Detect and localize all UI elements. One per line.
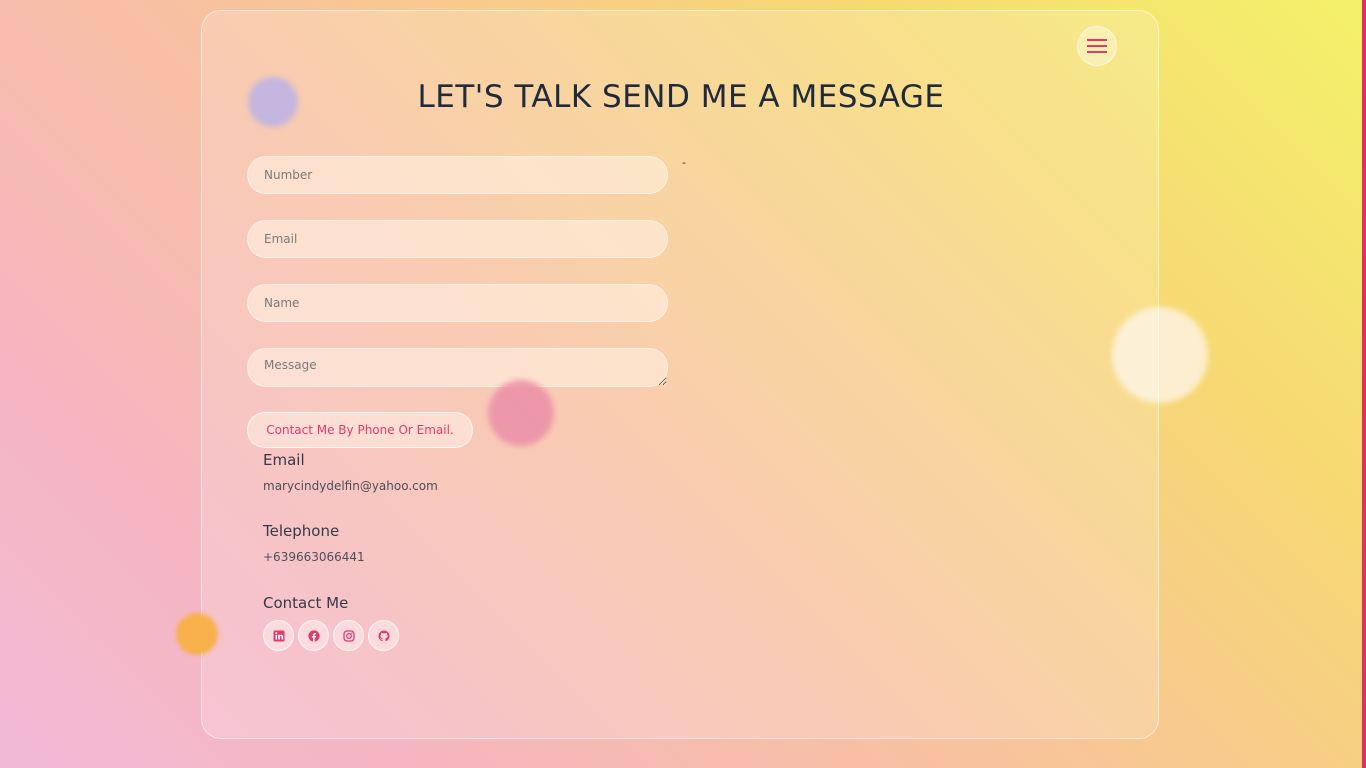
github-link[interactable] <box>368 620 399 651</box>
social-links <box>263 620 399 651</box>
instagram-icon <box>342 629 355 642</box>
right-edge-bar <box>1362 0 1366 768</box>
page-title: LET'S TALK SEND ME A MESSAGE <box>417 79 945 115</box>
telephone-heading: Telephone <box>263 522 340 540</box>
linkedin-icon <box>273 630 284 641</box>
email-input[interactable] <box>247 220 668 258</box>
contact-submit-button[interactable]: Contact Me By Phone Or Email. <box>247 412 473 448</box>
contact-me-heading: Contact Me <box>263 594 349 612</box>
facebook-icon <box>307 629 320 642</box>
contact-card: LET'S TALK SEND ME A MESSAGE - Contact M… <box>201 10 1159 739</box>
decorative-orange-circle <box>176 613 218 655</box>
menu-button[interactable] <box>1077 26 1117 66</box>
github-icon <box>377 630 389 641</box>
telephone-value: +639663066441 <box>263 550 365 564</box>
message-textarea[interactable] <box>247 348 668 387</box>
decorative-pink-circle <box>488 380 554 446</box>
email-heading: Email <box>263 451 305 469</box>
number-input[interactable] <box>247 156 668 194</box>
email-value: marycindydelfin@yahoo.com <box>263 479 438 493</box>
linkedin-link[interactable] <box>263 620 294 651</box>
hamburger-menu-icon <box>1087 39 1107 53</box>
name-input[interactable] <box>247 284 668 322</box>
dash-text: - <box>682 156 686 169</box>
facebook-link[interactable] <box>298 620 329 651</box>
instagram-link[interactable] <box>333 620 364 651</box>
